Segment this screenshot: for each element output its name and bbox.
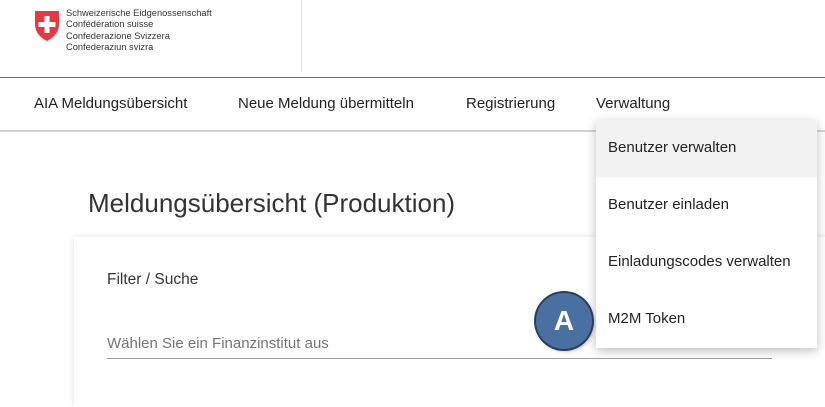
nav-item-aia-meldungsuebersicht[interactable]: AIA Meldungsübersicht (34, 95, 187, 112)
menu-item-label: M2M Token (608, 310, 686, 327)
page-title: Meldungsübersicht (Produktion) (88, 188, 456, 218)
nav-item-neue-meldung[interactable]: Neue Meldung übermitteln (238, 95, 414, 112)
app-header: Schweizerische Eidgenossenschaft Confédé… (0, 0, 825, 77)
nav-item-registrierung[interactable]: Registrierung (466, 95, 555, 112)
menu-item-label: Benutzer verwalten (608, 139, 737, 156)
swiss-coat-of-arms-logo[interactable] (34, 10, 60, 42)
country-name: Confederaziun svizra (66, 41, 154, 52)
country-name: Schweizerische Eidgenossenschaft (66, 8, 212, 18)
verwaltung-dropdown-menu: Benutzer verwalten Benutzer einladen Ein… (596, 120, 817, 348)
menu-item-einladungscodes-verwalten[interactable]: Einladungscodes verwalten (596, 234, 817, 291)
header-divider (301, 0, 302, 72)
menu-item-m2m-token[interactable]: M2M Token (596, 291, 817, 348)
nav-item-verwaltung[interactable]: Verwaltung (596, 95, 670, 112)
select-placeholder: Wählen Sie ein Finanzinstitut aus (107, 335, 329, 352)
menu-item-benutzer-einladen[interactable]: Benutzer einladen (596, 177, 817, 234)
callout-badge-a: A (536, 293, 592, 349)
menu-item-label: Einladungscodes verwalten (608, 253, 791, 270)
menu-item-benutzer-verwalten[interactable]: Benutzer verwalten (596, 120, 817, 177)
filter-label: Filter / Suche (107, 271, 199, 288)
country-name: Confédération suisse (66, 19, 154, 30)
menu-item-label: Benutzer einladen (608, 196, 729, 213)
country-names: Schweizerische Eidgenossenschaft Confédé… (66, 8, 212, 53)
country-name: Confederazione Svizzera (66, 30, 170, 41)
